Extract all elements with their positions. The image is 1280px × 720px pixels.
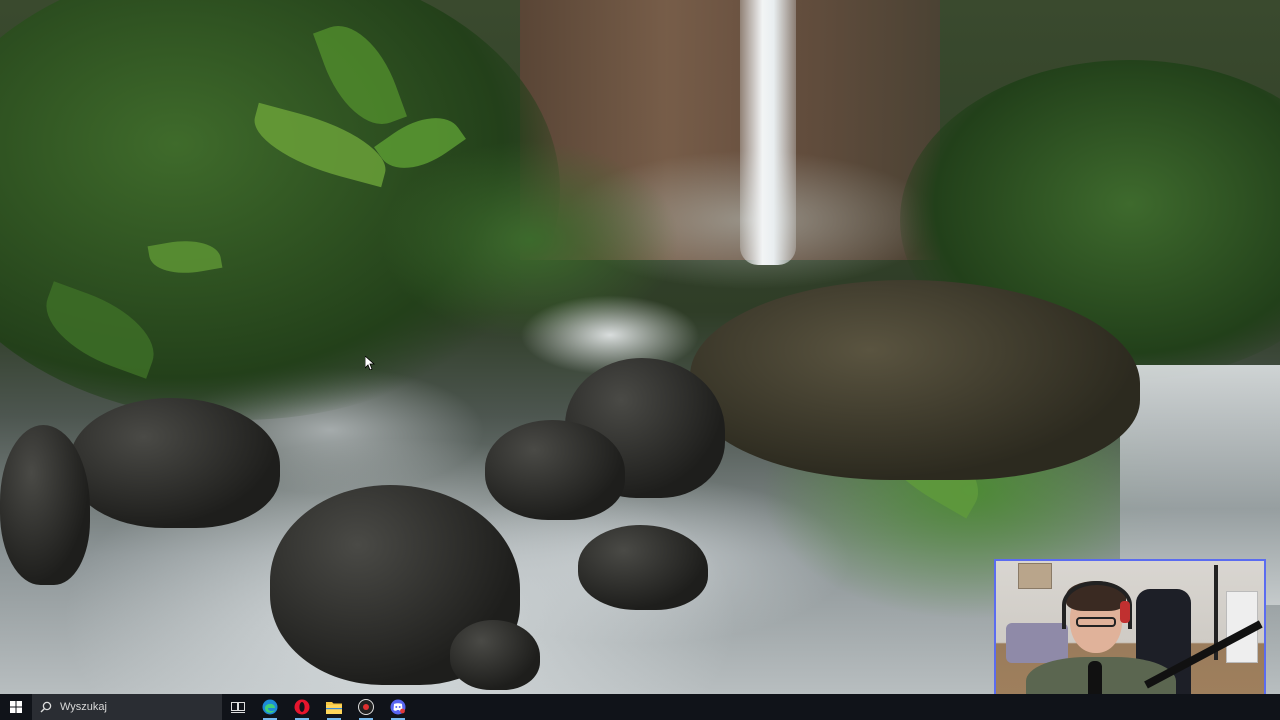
search-icon: [40, 700, 54, 714]
wallpaper-boulder: [450, 620, 540, 690]
opera-taskbar-button[interactable]: [286, 694, 318, 720]
task-view-button[interactable]: [222, 694, 254, 720]
opera-icon: [294, 699, 310, 715]
taskbar: Wyszukaj: [0, 694, 1280, 720]
webcam-overlay: [994, 559, 1266, 711]
wallpaper-boulder: [0, 425, 90, 585]
wallpaper-boulder: [485, 420, 625, 520]
task-view-icon: [231, 702, 245, 713]
edge-taskbar-button[interactable]: [254, 694, 286, 720]
taskbar-search-box[interactable]: Wyszukaj: [32, 694, 222, 720]
webcam-glasses: [1076, 617, 1116, 627]
windows-logo-icon: [10, 701, 22, 713]
webcam-background-couch: [1006, 623, 1068, 663]
start-button[interactable]: [0, 694, 32, 720]
recording-app-taskbar-button[interactable]: [350, 694, 382, 720]
file-explorer-taskbar-button[interactable]: [318, 694, 350, 720]
wallpaper-waterfall: [740, 0, 796, 265]
edge-icon: [262, 699, 278, 715]
wallpaper-mossy-rock: [690, 280, 1140, 480]
search-placeholder: Wyszukaj: [60, 701, 107, 713]
wallpaper-boulder: [70, 398, 280, 528]
wallpaper-boulder: [578, 525, 708, 610]
discord-icon: [390, 699, 406, 715]
recording-app-icon: [358, 699, 374, 715]
webcam-headset-earcup: [1120, 601, 1130, 623]
file-explorer-icon: [326, 702, 342, 714]
discord-taskbar-button[interactable]: [382, 694, 414, 720]
webcam-background-shelf: [1018, 563, 1052, 589]
